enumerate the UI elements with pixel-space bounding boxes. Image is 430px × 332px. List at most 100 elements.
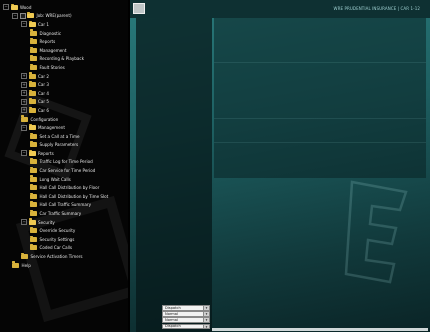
tree-item[interactable]: Security Settings: [0, 235, 128, 244]
tree-item-label: Car 1: [38, 21, 49, 27]
folder-icon: [30, 209, 37, 217]
tree-item[interactable]: Recording & Playback: [0, 55, 128, 64]
tree-item[interactable]: Long Wait Calls: [0, 175, 128, 184]
tree-item[interactable]: Car Service for Time Period: [0, 166, 128, 175]
folder-icon: [30, 201, 37, 208]
tree-item[interactable]: Management: [0, 46, 128, 55]
tree-item[interactable]: Reports: [0, 37, 128, 46]
folder-open-icon: [28, 218, 36, 225]
expand-toggle-icon[interactable]: +: [21, 90, 27, 97]
folder-icon: [30, 55, 37, 62]
tree-item-label: Job: WRE(parent): [36, 13, 72, 19]
folder-open-icon: [27, 12, 34, 19]
main-pane: WRE PRUDENTIAL INSURANCE | CAR 1-12 Zone…: [130, 0, 430, 332]
folder-icon: [21, 115, 28, 122]
tree-item[interactable]: Override Security: [0, 226, 128, 235]
folder-open-icon: [28, 20, 36, 27]
tree-item-label: Hall Call Distribution by Time Slot: [39, 193, 109, 199]
header-title: WRE PRUDENTIAL INSURANCE | CAR 1-12: [333, 6, 420, 11]
status-dropdown[interactable]: Dispatch ▾: [162, 323, 210, 330]
folder-icon: [30, 141, 37, 148]
expand-toggle-icon[interactable]: +: [21, 73, 27, 80]
tree-item-label: Diagnostic: [39, 30, 62, 36]
tree-item-label: Hall Call Distribution by Floor: [39, 185, 100, 191]
tree-item[interactable]: − Wood: [0, 3, 128, 12]
dropdown-arrow-icon[interactable]: ▾: [203, 312, 209, 316]
dropdown-arrow-icon[interactable]: ▾: [203, 324, 209, 329]
folder-icon: [30, 29, 37, 36]
tree-item[interactable]: − Job: WRE(parent): [0, 12, 128, 21]
status-dropdown[interactable]: Normal ▾: [162, 317, 210, 323]
folder-icon: [30, 227, 37, 234]
collapse-toggle-icon[interactable]: −: [12, 12, 18, 19]
tree-item-label: Configuration: [30, 116, 59, 122]
folder-icon: [30, 235, 37, 242]
tree-item-label: Coded Car Calls: [39, 245, 73, 251]
tree-item[interactable]: Hall Call Distribution by Floor: [0, 183, 128, 192]
folder-icon: [30, 63, 37, 70]
collapse-toggle-icon[interactable]: −: [21, 21, 27, 28]
tree-item[interactable]: Supply Parameters: [0, 141, 128, 150]
expand-toggle-icon[interactable]: +: [21, 107, 27, 114]
tree-item-label: Car 4: [38, 90, 49, 96]
folder-icon: [30, 244, 37, 251]
horizontal-scrollbar[interactable]: [212, 328, 428, 331]
collapse-toggle-icon[interactable]: −: [21, 150, 27, 157]
grid-divider: [214, 118, 426, 119]
tree-item[interactable]: − Security: [0, 218, 128, 227]
folder-icon: [30, 37, 37, 45]
tree-item[interactable]: + Car 4: [0, 89, 128, 98]
status-dropdown[interactable]: Dispatch ▾: [162, 305, 210, 311]
expand-toggle-icon[interactable]: +: [21, 98, 27, 105]
tree-item[interactable]: + Car 6: [0, 106, 128, 115]
folder-icon: [30, 158, 37, 165]
collapse-toggle-icon[interactable]: −: [21, 219, 27, 226]
expand-toggle-icon[interactable]: +: [21, 81, 27, 88]
tree-item-label: Recording & Playback: [39, 56, 85, 62]
tree-item[interactable]: − Reports: [0, 149, 128, 158]
tree-item[interactable]: Fault Stories: [0, 63, 128, 72]
tree-item[interactable]: Hall Call Distribution by Time Slot: [0, 192, 128, 201]
tree-item[interactable]: − Car 1: [0, 20, 128, 29]
tree-item[interactable]: + Car 3: [0, 80, 128, 89]
tree-item-label: Wood: [20, 4, 32, 10]
tree-item[interactable]: Help: [0, 261, 128, 270]
tree-item[interactable]: Hall Call Traffic Summary: [0, 201, 128, 210]
collapse-toggle-icon[interactable]: −: [3, 4, 9, 11]
tree-item[interactable]: − Management: [0, 123, 128, 132]
tree-item[interactable]: + Car 2: [0, 72, 128, 81]
folder-icon: [28, 98, 36, 105]
status-data-column: [136, 18, 212, 332]
decorative-letter-e: [344, 180, 408, 284]
tree-item-label: Car 3: [38, 82, 49, 88]
tree-item-label: Fault Stories: [39, 64, 65, 70]
folder-icon: [30, 166, 37, 174]
status-dropdown[interactable]: Normal ▾: [162, 311, 210, 317]
tree-item[interactable]: Service Activation Timers: [0, 252, 128, 261]
tree-item[interactable]: Configuration: [0, 115, 128, 124]
toolbar: WRE PRUDENTIAL INSURANCE | CAR 1-12: [130, 0, 430, 18]
folder-icon: [30, 175, 37, 182]
tree-list: − Wood − Job: WRE(parent) − Car 1 Diagnostic Re…: [0, 0, 128, 269]
tree-item[interactable]: Coded Car Calls: [0, 244, 128, 253]
tree-checkbox[interactable]: [19, 12, 26, 19]
tree-item[interactable]: + Car 5: [0, 98, 128, 107]
grid-divider: [214, 142, 426, 143]
tree-item-label: Traffic Log for Time Period: [39, 159, 93, 165]
toolbar-window-icon[interactable]: [133, 3, 145, 14]
grid-divider: [214, 62, 426, 63]
tree-item[interactable]: Traffic Log for Time Period: [0, 158, 128, 167]
tree-item-label: Car 6: [38, 107, 49, 113]
status-value: Normal: [165, 311, 179, 316]
tree-item[interactable]: Set a Call at a Time: [0, 132, 128, 141]
collapse-toggle-icon[interactable]: −: [21, 124, 27, 131]
tree-item[interactable]: Diagnostic: [0, 29, 128, 38]
tree-item[interactable]: Car Traffic Summary: [0, 209, 128, 218]
folder-icon: [30, 184, 37, 191]
status-value: Normal: [165, 318, 179, 323]
dropdown-arrow-icon[interactable]: ▾: [203, 306, 209, 310]
dropdown-arrow-icon[interactable]: ▾: [203, 318, 209, 322]
folder-icon: [28, 72, 36, 79]
tree-item-label: Help: [21, 262, 31, 268]
data-grid: [214, 18, 426, 178]
